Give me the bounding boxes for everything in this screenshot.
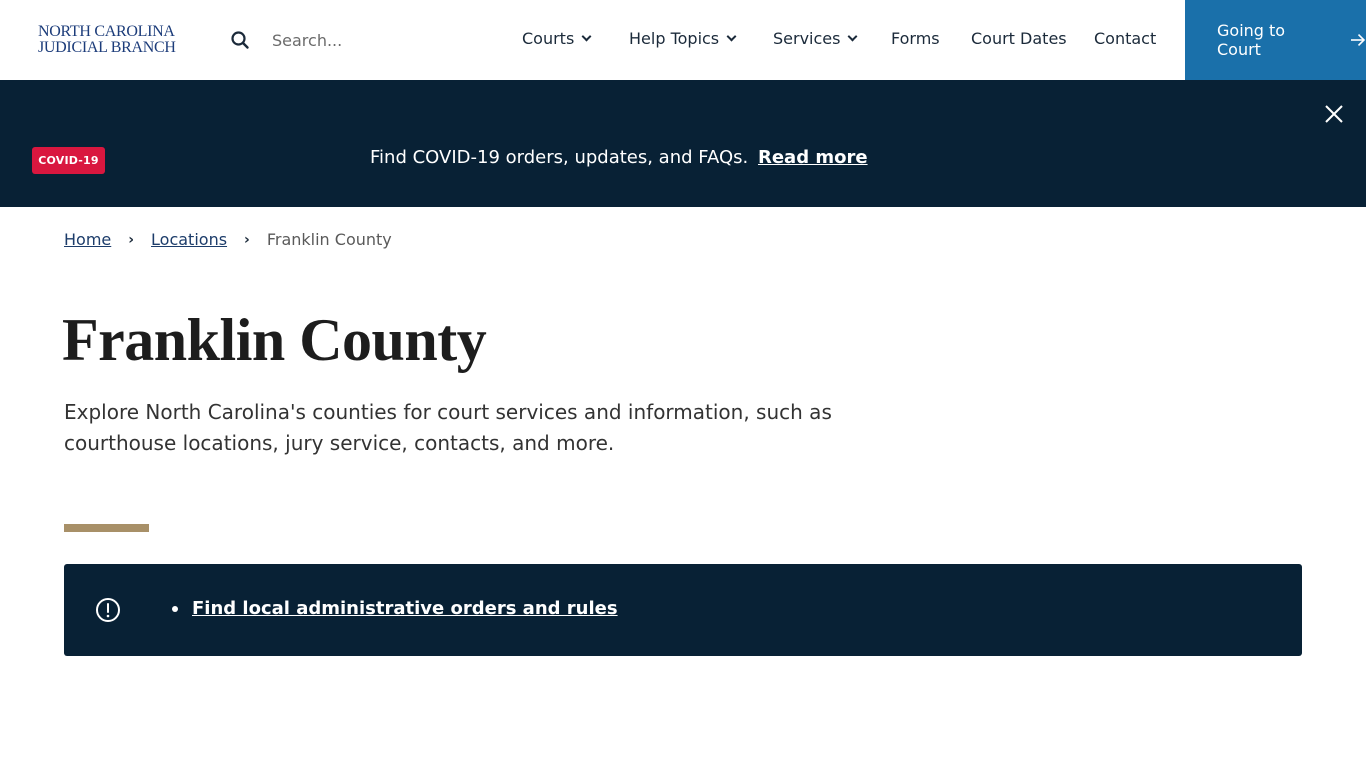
arrow-right-icon — [1351, 33, 1366, 47]
bullet — [172, 605, 178, 612]
admin-orders-link[interactable]: Find local administrative orders and rul… — [192, 598, 618, 619]
search-input[interactable] — [262, 26, 462, 54]
nav-courts[interactable]: Courts — [522, 29, 592, 48]
nav-forms[interactable]: Forms — [891, 29, 940, 48]
logo-line-2: JUDICIAL BRANCH — [38, 39, 176, 56]
notice-list: Find local administrative orders and rul… — [172, 598, 618, 619]
breadcrumb-home[interactable]: Home — [64, 230, 111, 249]
nav-contact[interactable]: Contact — [1094, 29, 1156, 48]
list-item: Find local administrative orders and rul… — [172, 598, 618, 619]
site-logo[interactable]: NORTH CAROLINA JUDICIAL BRANCH — [38, 24, 188, 56]
going-to-court-label: Going to Court — [1217, 21, 1286, 59]
page-title: Franklin County — [62, 307, 487, 373]
chevron-down-icon — [581, 31, 592, 41]
banner-text: Find COVID-19 orders, updates, and FAQs. — [370, 147, 749, 168]
nav-services[interactable]: Services — [773, 29, 858, 48]
chevron-down-icon — [848, 31, 858, 41]
going-to-court-button[interactable]: Going to Court — [1185, 0, 1366, 80]
nav-court-dates-label: Court Dates — [971, 29, 1067, 48]
page-intro: Explore North Carolina's counties for co… — [64, 400, 832, 455]
nav-courts-label: Courts — [522, 29, 575, 48]
nav-services-label: Services — [773, 29, 841, 48]
breadcrumb-current: Franklin County — [266, 230, 392, 249]
covid-badge: COVID-19 — [32, 147, 105, 174]
nav-forms-label: Forms — [891, 29, 940, 48]
close-icon[interactable] — [1322, 102, 1346, 126]
breadcrumb: Home › Locations › Franklin County — [64, 230, 392, 249]
nav-help-topics-label: Help Topics — [629, 29, 720, 48]
site-header: NORTH CAROLINA JUDICIAL BRANCH Courts He… — [0, 0, 1366, 80]
breadcrumb-locations[interactable]: Locations — [151, 230, 227, 249]
covid-alert-banner: COVID-19 Find COVID-19 orders, updates, … — [0, 80, 1366, 207]
chevron-down-icon — [726, 31, 737, 41]
nav-contact-label: Contact — [1094, 29, 1157, 48]
nav-court-dates[interactable]: Court Dates — [971, 29, 1067, 48]
banner-message: Find COVID-19 orders, updates, and FAQs.… — [370, 147, 868, 168]
notice-box: Find local administrative orders and rul… — [64, 564, 1302, 656]
chevron-right-icon: › — [244, 231, 250, 248]
chevron-right-icon: › — [128, 231, 135, 248]
search-icon[interactable] — [230, 30, 250, 50]
nav-help-topics[interactable]: Help Topics — [629, 29, 737, 48]
read-more-link[interactable]: Read more — [758, 147, 868, 168]
logo-line-1: NORTH CAROLINA — [38, 23, 175, 40]
accent-divider — [64, 524, 149, 532]
alert-circle-icon — [96, 598, 120, 622]
